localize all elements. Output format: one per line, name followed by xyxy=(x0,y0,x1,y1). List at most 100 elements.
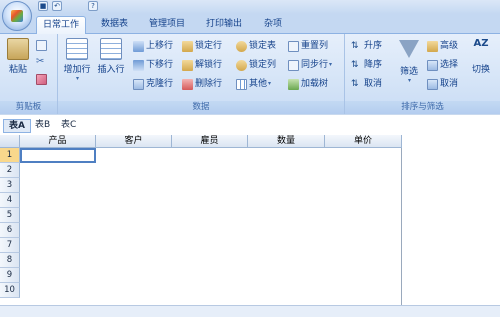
load-tree-button[interactable]: 加载树 xyxy=(288,77,328,91)
sheet-tab-a[interactable]: 表A xyxy=(3,119,31,133)
cancel-sort-button[interactable]: ⇅ 取消 xyxy=(351,77,382,91)
cancel-filter-icon xyxy=(427,78,438,90)
toggle-sort-icon: AZ xyxy=(473,38,489,49)
lock-column-icon xyxy=(236,59,247,71)
select-filter-button[interactable]: 选择 xyxy=(427,58,458,72)
clipboard-group-label: 剪贴板 xyxy=(0,101,57,114)
sort-filter-group-label: 排序与筛选 xyxy=(345,101,500,114)
other-label: 其他 xyxy=(249,79,268,89)
tab-print-output[interactable]: 打印输出 xyxy=(200,16,248,34)
other-button[interactable]: 其他 ▾ xyxy=(236,77,271,91)
advanced-filter-button[interactable]: 高级 xyxy=(427,39,458,53)
selected-cell[interactable] xyxy=(20,148,96,163)
sort-filter-group: ⇅ 升序 ⇅ 降序 ⇅ 取消 筛选 ▾ 高级 选择 取消 AZ 切换 排序与筛选 xyxy=(345,34,500,114)
unlock-row-button[interactable]: 解锁行 xyxy=(182,58,222,72)
sort-asc-button[interactable]: ⇅ 升序 xyxy=(351,39,382,53)
cut-button[interactable]: ✂ xyxy=(36,55,49,69)
column-header-product[interactable]: 产品 xyxy=(20,135,96,148)
move-up-button[interactable]: 上移行 xyxy=(133,39,173,53)
sort-desc-button[interactable]: ⇅ 降序 xyxy=(351,58,382,72)
sort-desc-label: 降序 xyxy=(364,60,383,70)
column-header-unit-price[interactable]: 单价 xyxy=(325,135,402,148)
status-bar xyxy=(0,305,500,317)
paste-button[interactable]: 粘贴 xyxy=(2,36,34,96)
row-header[interactable]: 4 xyxy=(0,193,20,208)
row-header[interactable]: 1 xyxy=(0,148,20,163)
tab-misc[interactable]: 杂项 xyxy=(258,16,288,34)
toggle-label: 切换 xyxy=(471,65,490,75)
office-button[interactable] xyxy=(2,1,32,31)
delete-row-button[interactable]: 删除行 xyxy=(182,77,222,91)
copy-icon xyxy=(36,39,47,51)
column-header-quantity[interactable]: 数量 xyxy=(248,135,325,148)
select-filter-icon xyxy=(427,59,438,71)
tab-data-table[interactable]: 数据表 xyxy=(95,16,134,34)
sheet-tabs: 表A 表B 表C xyxy=(0,114,500,134)
clear-button[interactable] xyxy=(36,72,49,86)
tab-daily-work[interactable]: 日常工作 xyxy=(36,16,87,35)
table-icon xyxy=(236,78,247,90)
cancel-sort-icon: ⇅ xyxy=(351,78,359,89)
sync-row-dropdown-icon: ▾ xyxy=(329,61,333,68)
cut-icon: ✂ xyxy=(36,55,45,67)
delete-row-icon xyxy=(182,78,193,90)
insert-row-label: 插入行 xyxy=(97,65,125,75)
row-header[interactable]: 7 xyxy=(0,238,20,253)
row-header[interactable]: 9 xyxy=(0,268,20,283)
quick-access-toolbar-right: ? xyxy=(88,1,98,13)
row-header[interactable]: 10 xyxy=(0,283,20,298)
move-up-icon xyxy=(133,40,144,52)
reset-column-label: 重置列 xyxy=(301,41,329,51)
sheet-tab-b[interactable]: 表B xyxy=(30,119,55,133)
add-row-icon xyxy=(66,38,88,60)
lock-table-button[interactable]: 锁定表 xyxy=(236,39,276,53)
toggle-button[interactable]: AZ 切换 xyxy=(465,36,497,96)
filter-button[interactable]: 筛选 ▾ xyxy=(393,36,425,96)
insert-row-button[interactable]: 插入行 xyxy=(95,36,127,96)
lock-row-label: 锁定行 xyxy=(195,41,223,51)
sync-row-icon xyxy=(288,59,299,71)
grid-corner[interactable] xyxy=(0,135,20,148)
data-grid: 产品 客户 雇员 数量 单价 1 2 3 4 5 6 7 8 9 10 xyxy=(0,135,402,305)
row-header[interactable]: 6 xyxy=(0,223,20,238)
add-row-button[interactable]: 增加行 ▾ xyxy=(61,36,93,96)
clone-row-icon xyxy=(133,78,144,90)
reset-column-button[interactable]: 重置列 xyxy=(288,39,328,53)
lock-column-button[interactable]: 锁定列 xyxy=(236,58,276,72)
row-header[interactable]: 3 xyxy=(0,178,20,193)
clone-row-button[interactable]: 克隆行 xyxy=(133,77,173,91)
sort-asc-label: 升序 xyxy=(364,41,383,51)
column-header-customer[interactable]: 客户 xyxy=(96,135,172,148)
filter-dropdown-icon: ▾ xyxy=(407,77,411,84)
select-filter-label: 选择 xyxy=(440,60,459,70)
clone-row-label: 克隆行 xyxy=(146,79,174,89)
add-row-label: 增加行 xyxy=(63,65,91,75)
row-header[interactable]: 2 xyxy=(0,163,20,178)
row-header[interactable]: 5 xyxy=(0,208,20,223)
advanced-filter-icon xyxy=(427,40,438,52)
eraser-icon xyxy=(36,73,47,85)
undo-icon[interactable]: ↶ xyxy=(52,1,62,11)
move-down-button[interactable]: 下移行 xyxy=(133,58,173,72)
load-tree-label: 加载树 xyxy=(301,79,329,89)
sync-row-label: 同步行 xyxy=(301,60,329,70)
sync-row-button[interactable]: 同步行 ▾ xyxy=(288,58,332,72)
add-row-dropdown-icon: ▾ xyxy=(75,75,79,82)
data-group: 增加行 ▾ 插入行 上移行 下移行 克隆行 锁定行 解锁行 删除行 锁定表 锁定… xyxy=(58,34,345,114)
lock-column-label: 锁定列 xyxy=(249,60,277,70)
title-bar: ■ ↶ ? xyxy=(0,0,500,14)
copy-button[interactable] xyxy=(36,38,49,52)
tree-icon xyxy=(288,78,299,90)
column-header-employee[interactable]: 雇员 xyxy=(172,135,248,148)
row-header[interactable]: 8 xyxy=(0,253,20,268)
lock-row-button[interactable]: 锁定行 xyxy=(182,39,222,53)
sort-descending-icon: ⇅ xyxy=(351,59,359,70)
cancel-filter-label: 取消 xyxy=(440,79,459,89)
sort-ascending-icon: ⇅ xyxy=(351,40,359,51)
unlock-row-label: 解锁行 xyxy=(195,60,223,70)
sheet-tab-c[interactable]: 表C xyxy=(56,119,81,133)
save-icon[interactable]: ■ xyxy=(38,1,48,11)
cancel-filter-button[interactable]: 取消 xyxy=(427,77,458,91)
help-icon[interactable]: ? xyxy=(88,1,98,11)
tab-manage-project[interactable]: 管理项目 xyxy=(143,16,191,34)
